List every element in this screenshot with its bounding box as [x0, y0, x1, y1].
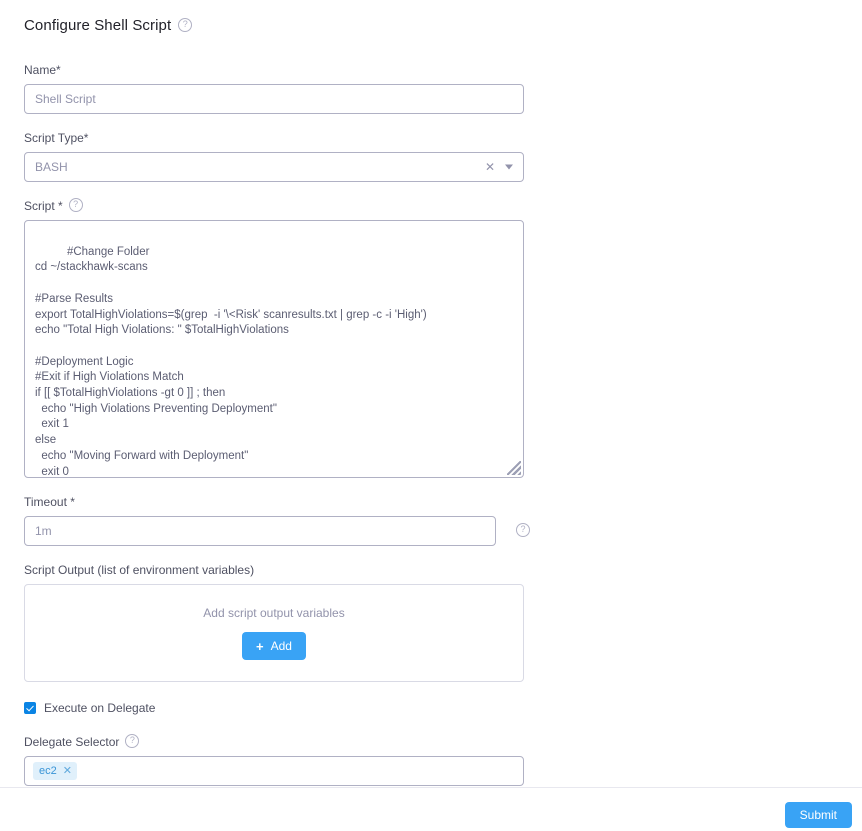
script-output-empty-card: Add script output variables + Add: [24, 584, 524, 682]
submit-button[interactable]: Submit: [784, 802, 852, 828]
delegate-selector-label-text: Delegate Selector: [24, 735, 120, 749]
form-content: Configure Shell Script Name* Script Type…: [0, 0, 862, 787]
script-output-label-text: Script Output (list of environment varia…: [24, 563, 255, 577]
name-input[interactable]: [24, 84, 524, 114]
script-textarea[interactable]: #Change Folder cd ~/stackhawk-scans #Par…: [24, 220, 524, 478]
resize-handle-icon[interactable]: [507, 461, 521, 475]
execute-on-delegate-label: Execute on Delegate: [44, 701, 156, 715]
add-button-label: Add: [270, 639, 292, 653]
name-label: Name*: [24, 62, 838, 78]
timeout-input[interactable]: [24, 516, 496, 546]
script-label: Script *: [24, 198, 838, 214]
timeout-row: [24, 516, 838, 546]
help-circle-icon[interactable]: [68, 198, 83, 212]
name-field-group: Name*: [24, 62, 838, 114]
script-label-text: Script *: [24, 199, 63, 213]
plus-icon: +: [256, 638, 264, 654]
form-scroll-area[interactable]: Configure Shell Script Name* Script Type…: [0, 0, 862, 787]
remove-tag-icon[interactable]: ✕: [63, 765, 72, 777]
script-textarea-content: #Change Folder cd ~/stackhawk-scans #Par…: [35, 245, 427, 478]
script-output-group: Script Output (list of environment varia…: [24, 562, 838, 682]
clear-x-icon[interactable]: ✕: [484, 161, 496, 173]
timeout-label: Timeout *: [24, 494, 838, 510]
script-output-empty-text: Add script output variables: [203, 606, 345, 620]
delegate-selector-label: Delegate Selector: [24, 734, 838, 750]
execute-on-delegate-checkbox[interactable]: [24, 702, 36, 714]
delegate-tag-label: ec2: [39, 765, 57, 777]
page-title-text: Configure Shell Script: [24, 17, 172, 34]
help-circle-icon[interactable]: [178, 18, 193, 32]
script-field-group: Script * #Change Folder cd ~/stackhawk-s…: [24, 198, 838, 478]
page-title: Configure Shell Script: [24, 16, 838, 36]
add-output-variable-button[interactable]: + Add: [242, 632, 306, 660]
footer-bar: Submit: [0, 787, 862, 831]
script-type-value[interactable]: BASH: [24, 152, 524, 182]
timeout-field-group: Timeout *: [24, 494, 838, 546]
script-type-select[interactable]: BASH ✕: [24, 152, 524, 182]
help-circle-icon[interactable]: [516, 523, 530, 537]
delegate-selector-group: Delegate Selector ec2 ✕: [24, 734, 838, 786]
delegate-tag[interactable]: ec2 ✕: [33, 762, 77, 780]
name-label-text: Name*: [24, 63, 61, 77]
chevron-down-icon[interactable]: [505, 164, 513, 170]
timeout-label-text: Timeout *: [24, 495, 75, 509]
script-type-field-group: Script Type* BASH ✕: [24, 130, 838, 182]
script-type-label-text: Script Type*: [24, 131, 89, 145]
help-circle-icon[interactable]: [125, 734, 140, 748]
configure-shell-script-panel: Configure Shell Script Name* Script Type…: [0, 0, 862, 831]
script-type-label: Script Type*: [24, 130, 838, 146]
script-output-label: Script Output (list of environment varia…: [24, 562, 838, 578]
execute-on-delegate-row[interactable]: Execute on Delegate: [24, 700, 838, 716]
delegate-selector-input[interactable]: ec2 ✕: [24, 756, 524, 786]
